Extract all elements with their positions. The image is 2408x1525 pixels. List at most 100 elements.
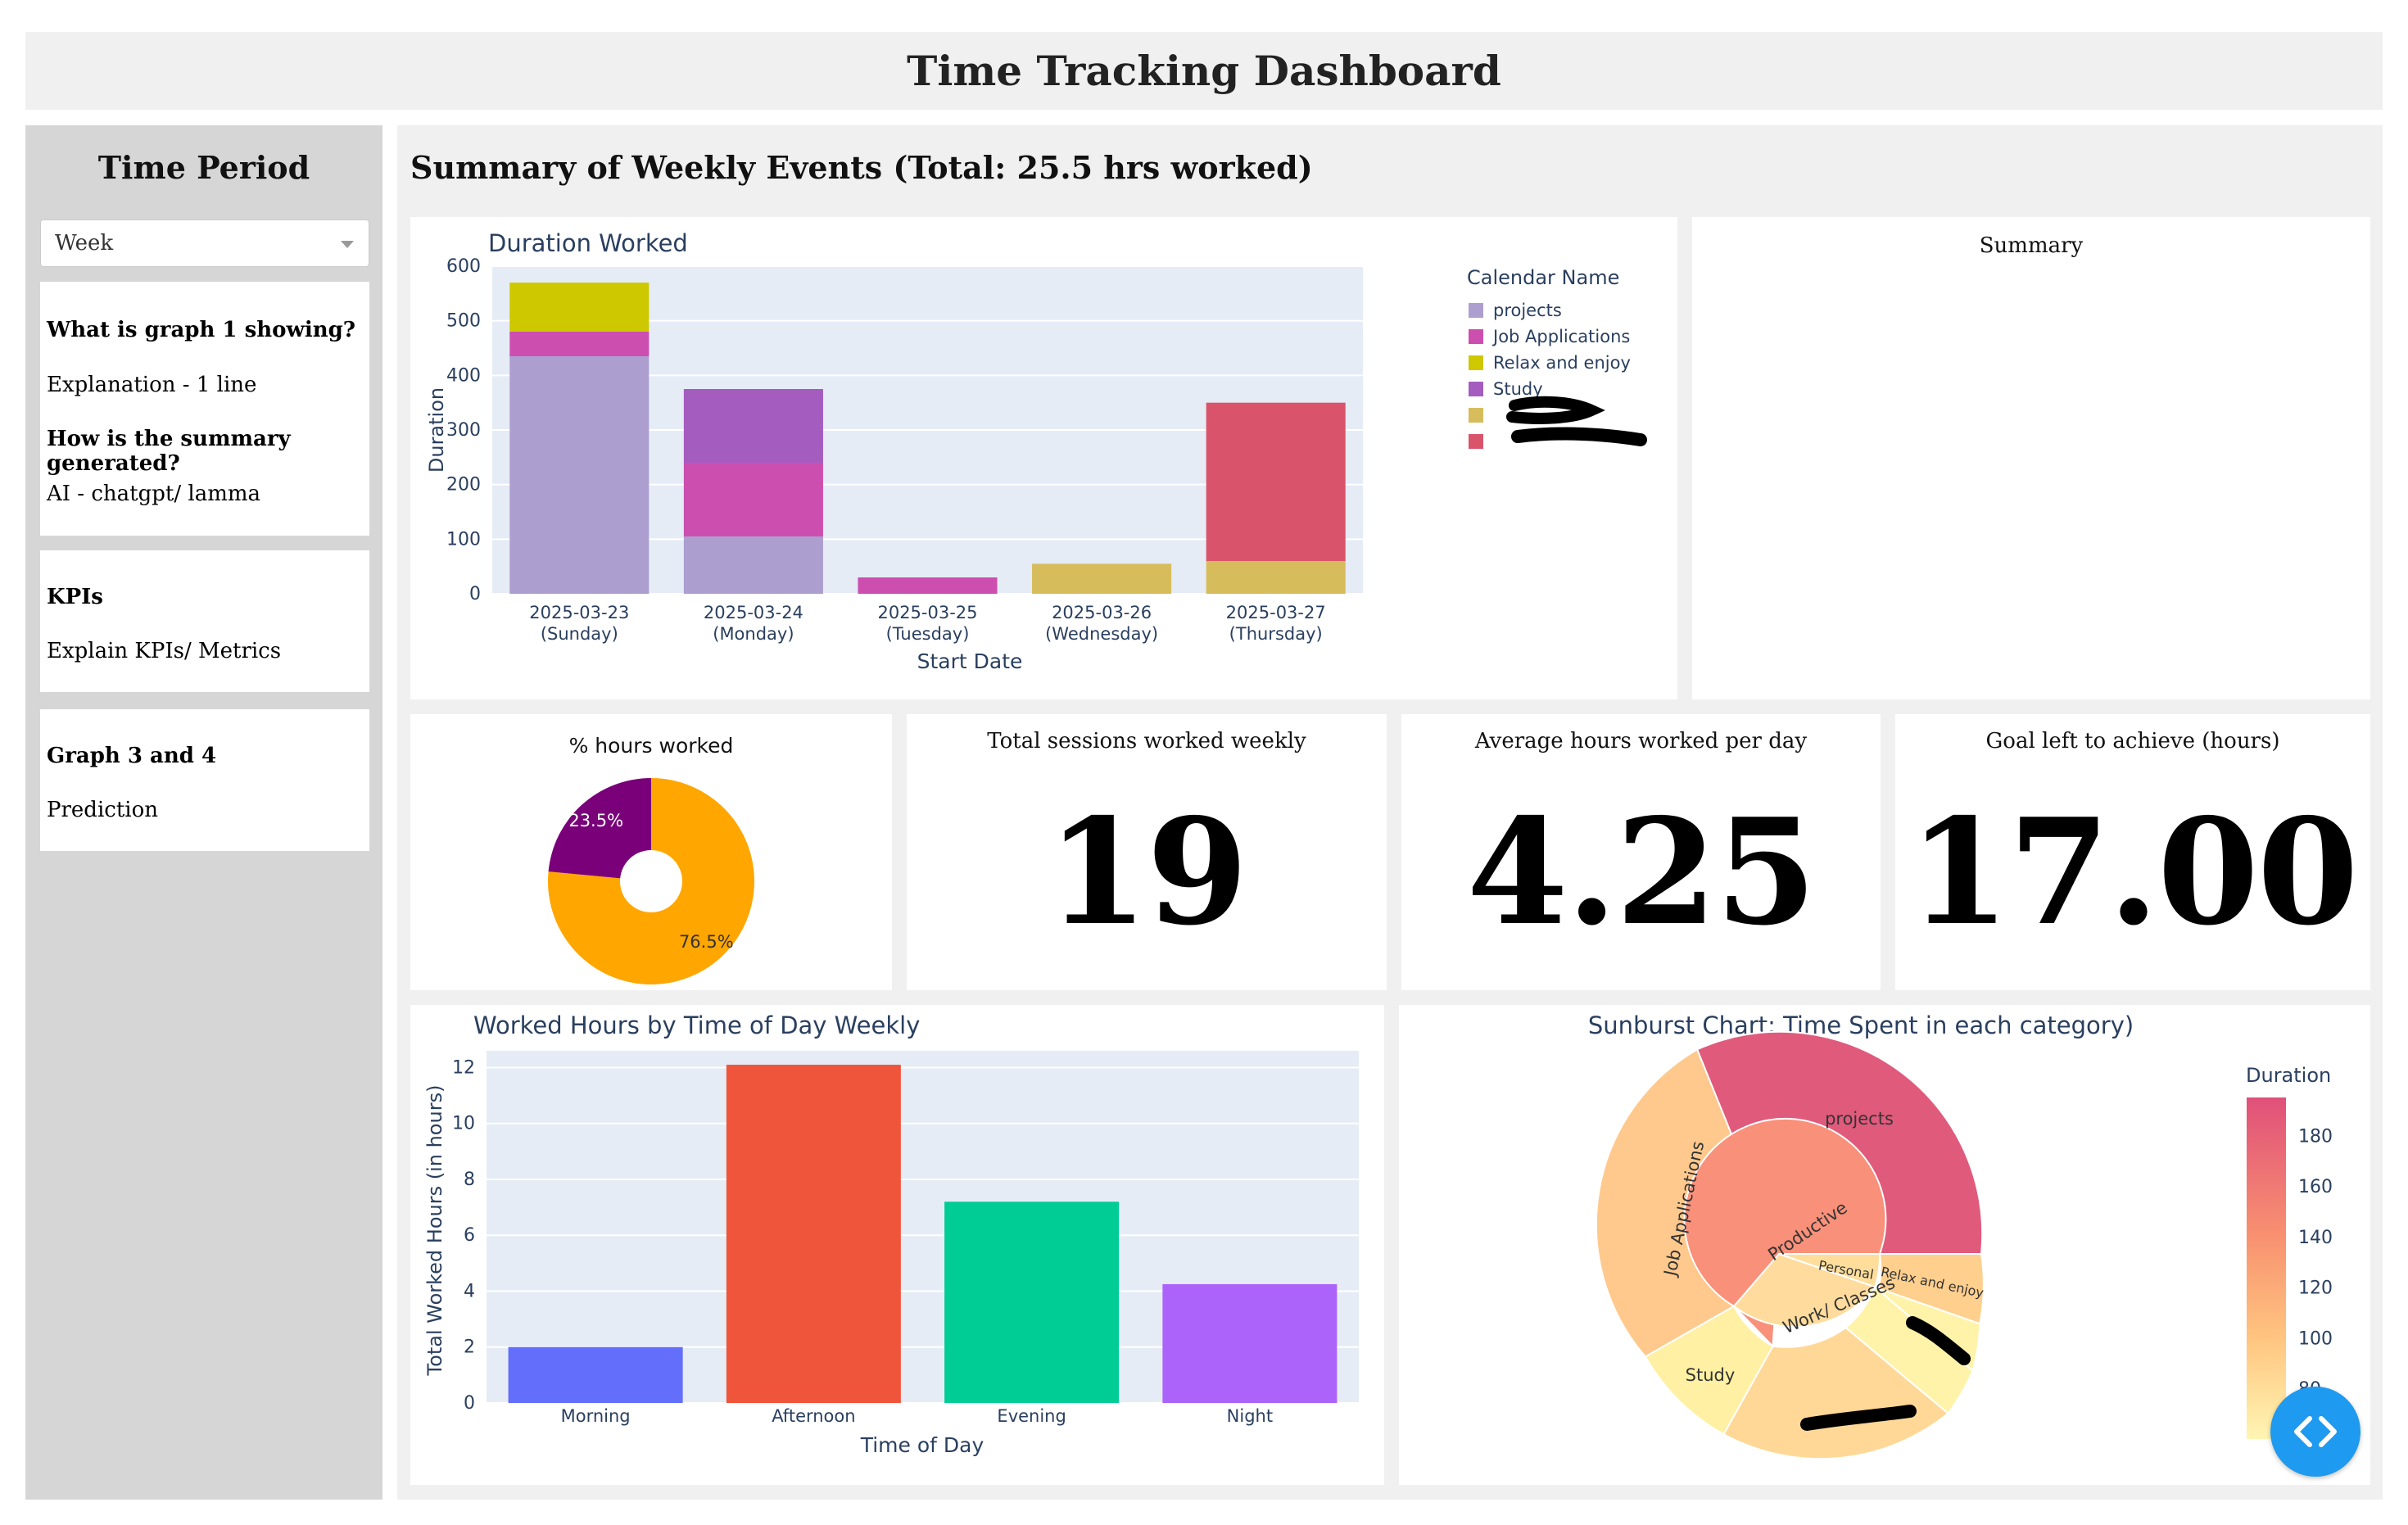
legend-swatch[interactable] <box>1469 329 1483 344</box>
info-answer: Explain KPIs/ Metrics <box>47 639 282 663</box>
time-of-day-chart[interactable]: Worked Hours by Time of Day Weekly 0 2 4 6 8… <box>410 1005 1384 1485</box>
bar-segment[interactable] <box>1206 402 1346 561</box>
colorbar-tick-label: 140 <box>2298 1228 2333 1248</box>
legend-label[interactable]: Relax and enjoy <box>1493 353 1631 373</box>
redaction-scribble <box>1506 396 1605 424</box>
chevron-down-icon <box>341 241 354 248</box>
x-tick-label: Afternoon <box>772 1406 855 1426</box>
x-tick-label: 2025-03-27 <box>1226 603 1326 622</box>
bar-segment[interactable] <box>683 389 823 463</box>
kpi-label: Goal left to achieve (hours) <box>1985 729 2280 753</box>
main-title: Summary of Weekly Events (Total: 25.5 hr… <box>410 149 1313 186</box>
y-tick-label: 2 <box>464 1337 475 1358</box>
code-brackets-icon <box>2294 1416 2337 1447</box>
y-tick-label: 600 <box>446 256 481 277</box>
kpi-value: 17.00 <box>1908 786 2358 957</box>
x-axis-label: Start Date <box>917 649 1023 673</box>
info-box-graph1: What is graph 1 showing? Explanation - 1… <box>40 282 369 536</box>
legend-swatch[interactable] <box>1469 434 1483 449</box>
colorbar-title: Duration <box>2246 1064 2331 1087</box>
hours-worked-pie-chart[interactable]: % hours worked 76.5% 23.5% <box>410 714 892 990</box>
sunburst-chart[interactable]: Sunburst Chart: Time Spent in each categ… <box>1399 1005 2370 1485</box>
legend-swatch[interactable] <box>1469 355 1483 370</box>
x-tick-label: Evening <box>997 1406 1066 1426</box>
y-tick-label: 200 <box>446 475 481 496</box>
summary-title: Summary <box>1979 233 2084 258</box>
bar[interactable] <box>1162 1283 1338 1403</box>
legend-title: Calendar Name <box>1467 266 1619 289</box>
x-tick-label: 2025-03-23 <box>529 603 629 622</box>
sunburst-panel: Sunburst Chart: Time Spent in each categ… <box>1399 1005 2370 1485</box>
y-tick-label: 0 <box>469 584 481 604</box>
y-tick-label: 100 <box>446 529 481 550</box>
redaction-scribble <box>1511 427 1647 446</box>
bar-segment[interactable] <box>683 463 823 536</box>
bar-segment[interactable] <box>1032 563 1172 594</box>
bar-segment[interactable] <box>509 332 650 356</box>
x-tick-sublabel: (Thursday) <box>1229 624 1323 644</box>
colorbar-tick-label: 160 <box>2298 1177 2333 1197</box>
x-tick-label: 2025-03-26 <box>1052 603 1152 622</box>
chart-title: % hours worked <box>569 734 734 758</box>
kpi-average-hours-panel: Average hours worked per day 4.25 <box>1401 714 1881 990</box>
bar-segment[interactable] <box>1206 561 1346 594</box>
y-tick-label: 8 <box>464 1170 475 1190</box>
duration-worked-chart[interactable]: Duration Worked 0 100 200 300 400 500 600 2025… <box>410 217 1677 699</box>
kpi-goal-left-panel: Goal left to achieve (hours) 17.00 <box>1895 714 2370 990</box>
colorbar-tick-label: 180 <box>2298 1126 2333 1147</box>
info-question: KPIs <box>47 585 103 609</box>
time-period-dropdown[interactable]: Week <box>40 219 369 267</box>
info-box-kpis: KPIs Explain KPIs/ Metrics <box>40 550 369 692</box>
hours-worked-pie-panel: % hours worked 76.5% 23.5% <box>410 714 892 990</box>
info-box-graph3-4: Graph 3 and 4 Prediction <box>40 709 369 851</box>
x-tick-sublabel: (Sunday) <box>541 624 618 644</box>
kpi-value: 19 <box>1047 786 1248 957</box>
x-tick-sublabel: (Wednesday) <box>1045 624 1158 644</box>
sunburst-label: Study <box>1686 1365 1736 1385</box>
y-axis-label: Total Worked Hours (in hours) <box>423 1085 446 1377</box>
code-toggle-button[interactable] <box>2270 1387 2360 1477</box>
y-tick-label: 400 <box>446 365 481 386</box>
legend-label[interactable]: projects <box>1493 301 1562 320</box>
legend-label[interactable]: Job Applications <box>1491 327 1630 346</box>
bar-segment[interactable] <box>509 283 650 332</box>
pie-slice-label: 23.5% <box>568 811 623 830</box>
page-header: Time Tracking Dashboard <box>25 32 2383 110</box>
info-answer: Prediction <box>47 798 158 822</box>
info-question: Graph 3 and 4 <box>47 744 217 768</box>
info-answer: Explanation - 1 line <box>47 373 257 397</box>
sunburst-label: projects <box>1825 1109 1894 1129</box>
y-tick-label: 4 <box>464 1281 475 1301</box>
page-title: Time Tracking Dashboard <box>907 47 1501 95</box>
legend-swatch[interactable] <box>1469 408 1483 423</box>
y-tick-label: 10 <box>452 1114 475 1134</box>
kpi-sessions-panel: Total sessions worked weekly 19 <box>907 714 1387 990</box>
time-period-selected-value: Week <box>55 231 114 256</box>
y-tick-label: 0 <box>464 1393 475 1414</box>
summary-panel: Summary <box>1692 217 2370 699</box>
time-of-day-panel: Worked Hours by Time of Day Weekly 0 2 4 6 8… <box>410 1005 1384 1485</box>
bar-segment[interactable] <box>858 577 998 594</box>
y-axis-label: Duration <box>425 387 448 473</box>
info-question: What is graph 1 showing? <box>47 318 356 342</box>
bar[interactable] <box>508 1346 683 1403</box>
y-tick-label: 12 <box>452 1057 475 1078</box>
x-tick-label: Night <box>1227 1406 1273 1426</box>
chart-title: Worked Hours by Time of Day Weekly <box>473 1011 920 1039</box>
x-axis-label: Time of Day <box>860 1433 984 1457</box>
x-tick-label: Morning <box>561 1406 631 1426</box>
bar-segment[interactable] <box>509 356 650 594</box>
colorbar-tick-label: 100 <box>2298 1328 2333 1349</box>
legend-label[interactable]: Study <box>1493 379 1543 399</box>
y-tick-label: 500 <box>446 311 481 332</box>
bar-segment[interactable] <box>683 536 823 594</box>
legend-swatch[interactable] <box>1469 303 1483 318</box>
pie-slice-label: 76.5% <box>679 932 734 952</box>
x-tick-label: 2025-03-25 <box>877 603 977 622</box>
legend-swatch[interactable] <box>1469 382 1483 396</box>
colorbar <box>2247 1097 2286 1439</box>
bar[interactable] <box>944 1201 1120 1403</box>
kpi-value: 4.25 <box>1466 786 1817 957</box>
kpi-label: Total sessions worked weekly <box>987 729 1306 753</box>
bar[interactable] <box>726 1065 901 1403</box>
